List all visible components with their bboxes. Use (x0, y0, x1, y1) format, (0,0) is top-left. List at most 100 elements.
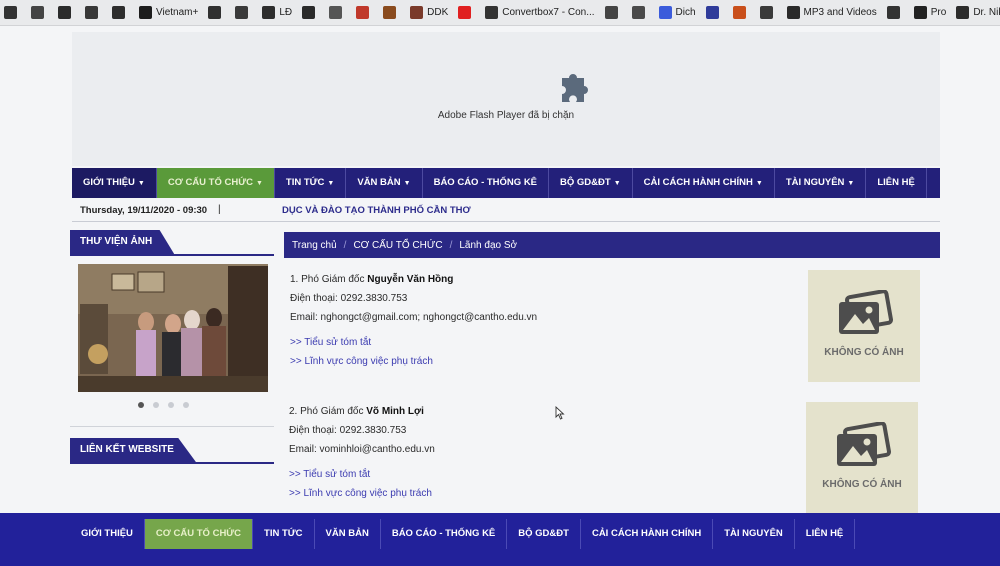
sidebar-divider (70, 426, 274, 427)
nav-item[interactable]: VĂN BẢN ▼ (346, 168, 423, 198)
no-image-placeholder: KHÔNG CÓ ẢNH (808, 270, 920, 382)
top-navigation: GIỚI THIỆU ▼ CƠ CẤU TỔ CHỨC ▼ TIN TỨC ▼ VĂN BẢ… (72, 168, 940, 198)
bookmark-item[interactable]: DDK (410, 3, 448, 23)
bookmark-label: Convertbox7 - Con... (502, 7, 595, 18)
staff-title: 2. Phó Giám đốc Võ Minh Lợi (289, 406, 424, 417)
check-icon (302, 6, 316, 19)
nav-item-label: GIỚI THIỆU (83, 177, 135, 188)
circle-icon (956, 6, 970, 19)
bookmark-item[interactable] (235, 3, 252, 23)
bookmark-item[interactable] (604, 3, 622, 23)
image-placeholder-icon (837, 422, 891, 466)
bookmark-label: Vietnam+ (156, 7, 199, 18)
breadcrumb-section[interactable]: CƠ CẤU TỔ CHỨC (353, 240, 442, 251)
footer-nav-item[interactable]: LIÊN HỆ (795, 519, 856, 549)
staff-entry-2: 2. Phó Giám đốc Võ Minh Lợi Điện thoại: … (289, 402, 789, 503)
bio-link[interactable]: >> Tiểu sử tóm tắt (289, 465, 789, 484)
date-bar: Thursday, 19/11/2020 - 09:30 | DỤC VÀ ĐÀ… (72, 200, 940, 222)
nav-item[interactable]: TIN TỨC ▼ (275, 168, 347, 198)
nav-item[interactable]: LIÊN HỆ (866, 168, 927, 198)
cloud-icon (759, 6, 773, 19)
news-icon (329, 6, 343, 19)
mouse-cursor-icon (555, 406, 565, 420)
nav-item-label: VĂN BẢN (357, 177, 401, 188)
convertbox-icon (485, 6, 499, 19)
caret-down-icon: ▼ (613, 180, 621, 187)
bookmark-item[interactable] (705, 3, 723, 23)
no-image-placeholder: KHÔNG CÓ ẢNH (806, 402, 918, 514)
bookmark-item[interactable] (732, 3, 750, 23)
bookmarks-bar: Vietnam+ LĐ DDK Convertbox7 - Con... Dich MP3… (0, 0, 1000, 26)
nav-item[interactable]: TÀI NGUYÊN ▼ (775, 168, 867, 198)
bookmark-item[interactable] (886, 3, 904, 23)
footer-nav-item[interactable]: TIN TỨC (253, 519, 315, 549)
page: Adobe Flash Player đã bị chặn GIỚI THIỆU… (0, 26, 1000, 566)
nav-item-label: BỘ GD&ĐT (560, 177, 611, 188)
bookmark-item[interactable] (356, 3, 373, 23)
pn-icon (31, 6, 44, 19)
nav-item[interactable]: BỘ GD&ĐT ▼ (549, 168, 633, 198)
slider-dot[interactable] (138, 402, 144, 408)
shield-icon (913, 6, 927, 19)
slider-dot[interactable] (183, 402, 189, 408)
slider-dot[interactable] (168, 402, 174, 408)
bookmark-item[interactable]: LĐ (262, 3, 292, 23)
tile-icon (112, 6, 125, 19)
group-photo-image (78, 264, 268, 392)
staff-title: 1. Phó Giám đốc Nguyễn Văn Hồng (290, 274, 454, 285)
bookmark-item[interactable] (329, 3, 346, 23)
bookmark-item[interactable]: Vietnam+ (139, 3, 198, 23)
bookmark-item[interactable]: Dr. Nikonian (956, 3, 1000, 23)
footer-navigation: GIỚI THIỆU CƠ CẤU TỔ CHỨC TIN TỨC VĂN BẢN BÁ… (0, 513, 1000, 566)
nav-item[interactable]: BÁO CÁO - THỐNG KÊ (423, 168, 550, 198)
ddk-icon (410, 6, 424, 19)
news-ticker[interactable]: DỤC VÀ ĐÀO TẠO THÀNH PHỐ CẦN THƠ (282, 205, 471, 216)
nav-item[interactable]: CẢI CÁCH HÀNH CHÍNH ▼ (633, 168, 775, 198)
bookmark-item[interactable] (759, 3, 777, 23)
flash-placeholder[interactable]: Adobe Flash Player đã bị chặn (72, 32, 940, 166)
staff-entry-1: 1. Phó Giám đốc Nguyễn Văn Hồng Điện tho… (290, 270, 790, 371)
bookmark-item[interactable] (31, 3, 48, 23)
breadcrumb-current: Lãnh đạo Sở (459, 239, 518, 251)
bookmark-item[interactable] (4, 3, 21, 23)
ld-icon (262, 6, 276, 19)
flash-blocked-message: Adobe Flash Player đã bị chặn (437, 110, 575, 121)
bookmark-item[interactable] (383, 3, 400, 23)
caret-down-icon: ▼ (403, 180, 411, 187)
bookmark-item[interactable] (112, 3, 129, 23)
footer-nav-item[interactable]: CƠ CẤU TỔ CHỨC (144, 519, 254, 549)
footer-nav-item[interactable]: CẢI CÁCH HÀNH CHÍNH (581, 519, 714, 549)
bookmark-item[interactable]: Pro (913, 3, 946, 23)
footer-nav-item[interactable]: VĂN BẢN (315, 519, 381, 549)
bookmark-item[interactable]: Convertbox7 - Con... (485, 3, 595, 23)
responsibilities-link[interactable]: >> Lĩnh vực công việc phụ trách (289, 484, 789, 503)
bookmark-label: Dr. Nikonian (973, 7, 1000, 18)
gallery-photo[interactable] (78, 264, 268, 392)
bookmark-item[interactable] (85, 3, 102, 23)
slider-dot[interactable] (153, 402, 159, 408)
breadcrumb-home[interactable]: Trang chủ (292, 240, 337, 251)
bio-link[interactable]: >> Tiểu sử tóm tắt (290, 333, 790, 352)
bookmark-item[interactable]: MP3 and Videos (786, 3, 877, 23)
bookmark-item[interactable] (58, 3, 75, 23)
bookmark-item[interactable] (302, 3, 319, 23)
vv-icon (705, 6, 719, 19)
footer-nav-item[interactable]: BỘ GD&ĐT (507, 519, 581, 549)
caret-down-icon: ▼ (137, 180, 145, 187)
bookmark-item[interactable]: Dich (658, 3, 696, 23)
staff-email: Email: vominhloi@cantho.edu.vn (289, 444, 435, 455)
footer-nav-item[interactable]: TÀI NGUYÊN (713, 519, 795, 549)
a-icon (356, 6, 370, 19)
nav-item[interactable]: CƠ CẤU TỔ CHỨC ▼ (156, 168, 275, 198)
footer-nav-item[interactable]: BÁO CÁO - THỐNG KÊ (381, 519, 508, 549)
bookmark-item[interactable] (458, 3, 475, 23)
no-image-label: KHÔNG CÓ ẢNH (824, 347, 904, 358)
bookmark-label: Dich (675, 7, 696, 18)
bookmark-item[interactable] (208, 3, 225, 23)
nav-item[interactable]: GIỚI THIỆU ▼ (72, 168, 157, 198)
footer-nav-item[interactable]: GIỚI THIỆU (70, 519, 145, 549)
responsibilities-link[interactable]: >> Lĩnh vực công việc phụ trách (290, 352, 790, 371)
box-icon (235, 6, 249, 19)
links-title: LIÊN KẾT WEBSITE (70, 438, 196, 462)
bookmark-item[interactable] (631, 3, 649, 23)
